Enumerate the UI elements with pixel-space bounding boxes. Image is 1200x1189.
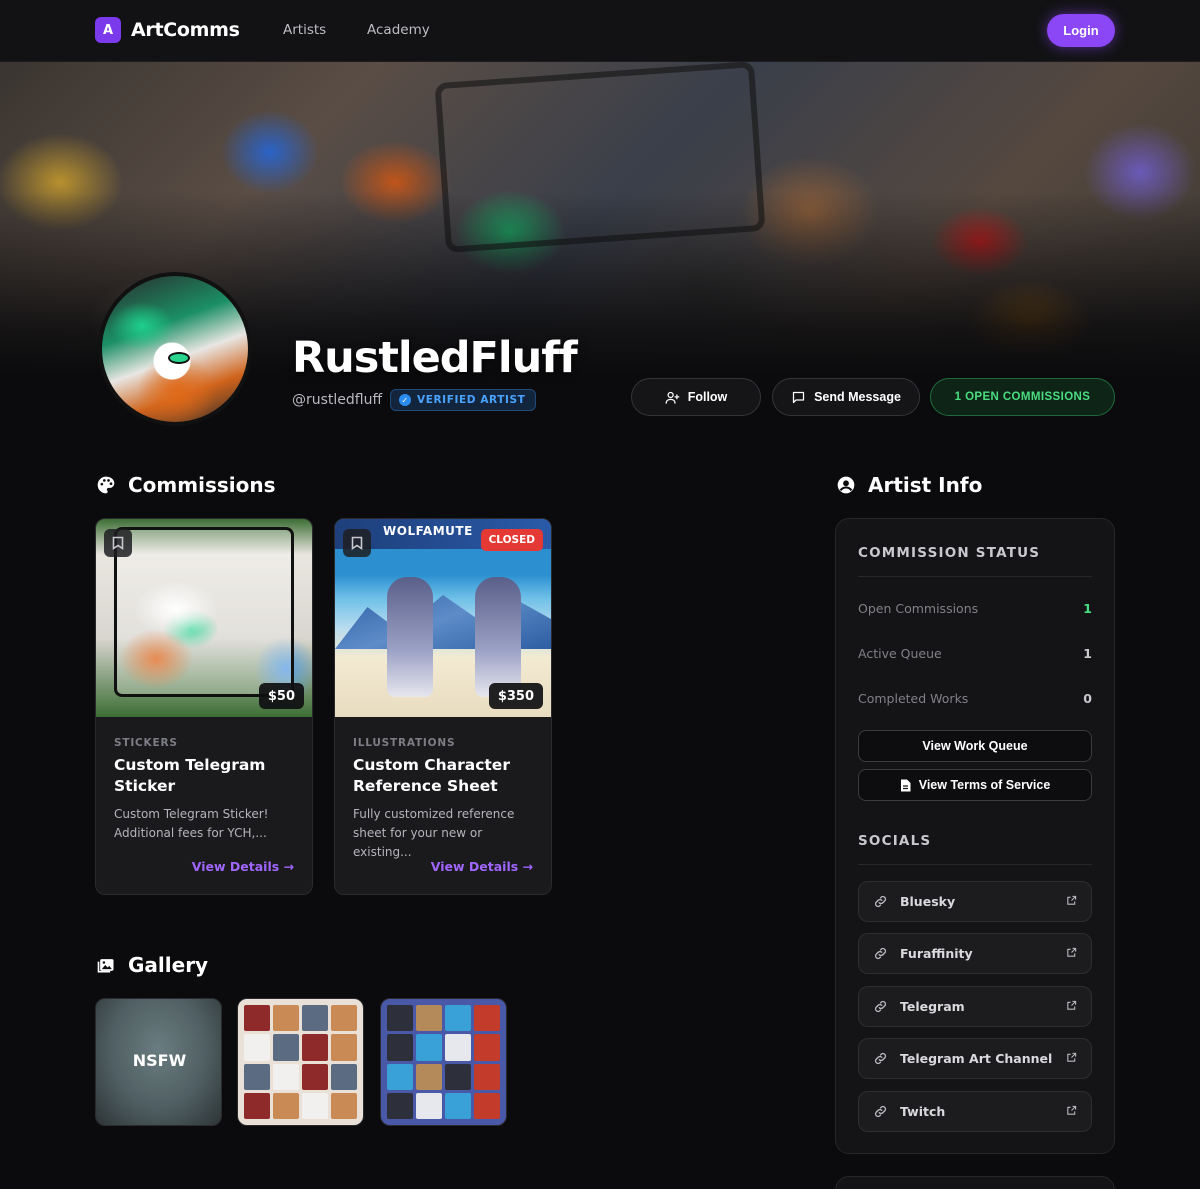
commissions-heading: Commissions: [128, 473, 276, 497]
palette-icon: [96, 475, 116, 495]
artwork-character-back: [387, 577, 433, 697]
commission-description: Fully customized reference sheet for you…: [353, 807, 515, 859]
external-link-icon: [1066, 1000, 1077, 1011]
social-link-furaffinity[interactable]: Furaffinity: [858, 933, 1092, 974]
top-navigation-bar: A ArtComms Artists Academy Login: [0, 0, 1200, 62]
socials-heading: SOCIALS: [858, 833, 932, 849]
stat-open-commissions: Open Commissions 1: [858, 601, 1092, 616]
artist-info-section-title: Artist Info: [836, 473, 982, 497]
brand-logo-mark: A: [95, 17, 121, 43]
gallery-heading: Gallery: [128, 953, 209, 977]
gallery-thumbnail-art: [387, 1005, 500, 1119]
link-icon: [873, 894, 888, 909]
stat-label: Completed Works: [858, 691, 969, 706]
stat-value: 0: [1083, 691, 1092, 706]
commission-card-telegram-sticker[interactable]: $50 STICKERS Custom Telegram Sticker Cus…: [95, 518, 313, 895]
link-icon: [873, 1051, 888, 1066]
commissions-section-title: Commissions: [96, 473, 276, 497]
message-square-icon: [791, 390, 806, 405]
check-badge-icon: ✓: [399, 394, 411, 406]
view-details-link[interactable]: View Details →: [431, 859, 533, 874]
view-work-queue-button[interactable]: View Work Queue: [858, 730, 1092, 762]
tos-label: View Terms of Service: [918, 778, 1051, 792]
link-icon: [873, 946, 888, 961]
divider: [858, 864, 1092, 865]
divider: [858, 576, 1092, 577]
link-icon: [873, 999, 888, 1014]
social-label: Furaffinity: [900, 946, 973, 961]
artist-avatar[interactable]: [98, 272, 252, 426]
brand-logo[interactable]: A ArtComms: [95, 17, 240, 43]
stat-label: Active Queue: [858, 646, 942, 661]
gallery-thumbnail-art: [244, 1005, 357, 1119]
follow-label: Follow: [687, 390, 728, 404]
social-link-telegram[interactable]: Telegram: [858, 986, 1092, 1027]
follow-button[interactable]: Follow: [631, 378, 761, 416]
images-icon: [96, 955, 116, 975]
nav-link-academy[interactable]: Academy: [367, 22, 430, 38]
commission-title: Custom Telegram Sticker: [114, 756, 266, 795]
commission-description: Custom Telegram Sticker! Additional fees…: [114, 807, 269, 840]
commission-category: ILLUSTRATIONS: [353, 737, 456, 749]
sticker-artwork: [114, 527, 294, 697]
stat-value: 1: [1083, 601, 1092, 616]
view-details-link[interactable]: View Details →: [192, 859, 294, 874]
verified-label: VERIFIED ARTIST: [417, 394, 526, 406]
artist-name: RustledFluff: [292, 333, 578, 383]
bookmark-icon[interactable]: [104, 529, 132, 557]
social-label: Telegram Art Channel: [900, 1051, 1053, 1066]
user-plus-icon: [665, 390, 680, 405]
send-message-label: Send Message: [814, 390, 901, 404]
commission-image: WOLFAMUTE CLOSED $350: [335, 519, 551, 717]
external-link-icon: [1066, 1105, 1077, 1116]
avatar-eye-detail: [168, 352, 190, 364]
social-link-twitch[interactable]: Twitch: [858, 1091, 1092, 1132]
gallery-section-title: Gallery: [96, 953, 208, 977]
bookmark-icon[interactable]: [343, 529, 371, 557]
price-tag: $350: [488, 683, 543, 709]
artist-info-panel: COMMISSION STATUS Open Commissions 1 Act…: [835, 518, 1115, 1154]
external-link-icon: [1066, 895, 1077, 906]
social-link-bluesky[interactable]: Bluesky: [858, 881, 1092, 922]
next-info-card: [835, 1176, 1115, 1189]
link-icon: [873, 1104, 888, 1119]
price-tag: $50: [258, 683, 304, 709]
nsfw-label: NSFW: [132, 1051, 187, 1070]
login-button[interactable]: Login: [1047, 14, 1115, 47]
external-link-icon: [1066, 1052, 1077, 1063]
commission-status-heading: COMMISSION STATUS: [858, 545, 1041, 561]
social-label: Twitch: [900, 1104, 946, 1119]
artist-info-heading: Artist Info: [868, 473, 983, 497]
social-label: Telegram: [900, 999, 965, 1014]
commission-category: STICKERS: [114, 737, 178, 749]
gallery-item[interactable]: [237, 998, 364, 1126]
view-terms-of-service-button[interactable]: View Terms of Service: [858, 769, 1092, 801]
file-icon: [900, 779, 911, 792]
social-link-telegram-art-channel[interactable]: Telegram Art Channel: [858, 1038, 1092, 1079]
external-link-icon: [1066, 947, 1077, 958]
artwork-character-front: [475, 577, 521, 697]
user-circle-icon: [836, 475, 856, 495]
artwork-title-text: WOLFAMUTE: [383, 524, 473, 538]
gallery-item[interactable]: [380, 998, 507, 1126]
stat-active-queue: Active Queue 1: [858, 646, 1092, 661]
verified-artist-badge: ✓ VERIFIED ARTIST: [390, 389, 537, 411]
commission-title: Custom Character Reference Sheet: [353, 756, 510, 795]
gallery-item-nsfw[interactable]: NSFW: [95, 998, 222, 1126]
open-commissions-button[interactable]: 1 OPEN COMMISSIONS: [930, 378, 1115, 416]
commission-card-reference-sheet[interactable]: WOLFAMUTE CLOSED $350 ILLUSTRATIONS Cust…: [334, 518, 552, 895]
send-message-button[interactable]: Send Message: [772, 378, 920, 416]
brand-name: ArtComms: [131, 19, 240, 41]
stat-value: 1: [1083, 646, 1092, 661]
artist-handle: @rustledfluff: [292, 392, 383, 408]
stat-label: Open Commissions: [858, 601, 979, 616]
stat-completed-works: Completed Works 0: [858, 691, 1092, 706]
closed-status-badge: CLOSED: [480, 529, 543, 551]
commission-image: $50: [96, 519, 312, 717]
nav-link-artists[interactable]: Artists: [283, 22, 326, 38]
social-label: Bluesky: [900, 894, 956, 909]
